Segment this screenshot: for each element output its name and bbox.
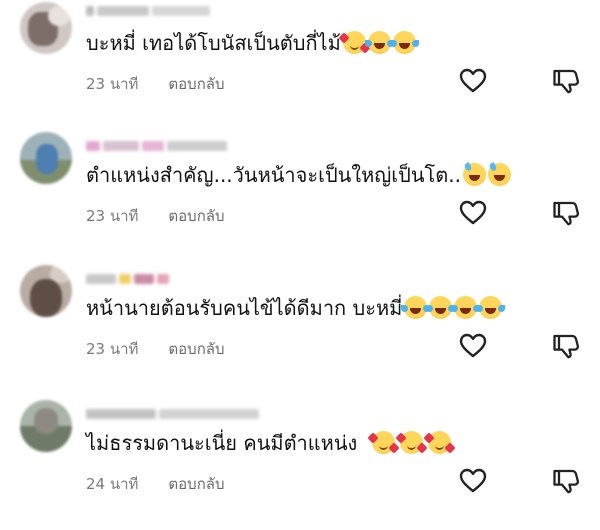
face-with-tears-of-joy-icon bbox=[364, 31, 391, 54]
face-with-tears-of-joy-icon bbox=[426, 296, 453, 319]
smiling-face-with-hearts-icon bbox=[427, 431, 451, 454]
comment-meta: 23 นาที ตอบกลับ bbox=[86, 337, 225, 361]
comment-text-content: ไม่ธรรมดานะเนี่ย คนมีตำแหน่ง bbox=[86, 431, 358, 455]
username-blurred[interactable] bbox=[86, 139, 227, 153]
comment-text-content: ตำแหน่งสำคัญ...วันหน้าจะเป็นใหญ่เป็นโต.. bbox=[86, 163, 461, 187]
comment-time: 23 นาที bbox=[86, 207, 139, 225]
username-blurred[interactable] bbox=[86, 272, 169, 286]
heart-icon[interactable] bbox=[458, 331, 488, 361]
thumbs-down-icon[interactable] bbox=[551, 466, 581, 496]
comment-text: ไม่ธรรมดานะเนี่ย คนมีตำแหน่ง bbox=[86, 428, 451, 458]
comment-meta: 24 นาที ตอบกลับ bbox=[86, 472, 225, 496]
reply-button[interactable]: ตอบกลับ bbox=[168, 207, 224, 225]
comment-text-content: หน้านายต้อนรับคนไข้ได้ดีมาก บะหมี่ bbox=[86, 296, 403, 320]
comment-text-content: บะหมี่ เทอได้โบนัสเป็นตับกี่ไม้ bbox=[86, 31, 341, 55]
comment-text: บะหมี่ เทอได้โบนัสเป็นตับกี่ไม้ bbox=[86, 28, 416, 58]
face-with-tears-of-joy-icon bbox=[476, 296, 503, 319]
reply-button[interactable]: ตอบกลับ bbox=[168, 75, 224, 93]
comment-time: 23 นาที bbox=[86, 340, 139, 358]
comment-item: หน้านายต้อนรับคนไข้ได้ดีมาก บะหมี่ 23 นา… bbox=[0, 265, 600, 395]
comment-meta: 23 นาที ตอบกลับ bbox=[86, 204, 225, 228]
avatar[interactable] bbox=[20, 2, 72, 54]
heart-icon[interactable] bbox=[458, 198, 488, 228]
comment-list: บะหมี่ เทอได้โบนัสเป็นตับกี่ไม้ 23 นาทีต… bbox=[0, 0, 600, 511]
smiling-face-with-hearts-icon bbox=[399, 431, 423, 454]
comment-item: ตำแหน่งสำคัญ...วันหน้าจะเป็นใหญ่เป็นโต..… bbox=[0, 132, 600, 262]
username-blurred[interactable] bbox=[86, 4, 210, 18]
thumbs-down-icon[interactable] bbox=[551, 331, 581, 361]
comment-text: หน้านายต้อนรับคนไข้ได้ดีมาก บะหมี่ bbox=[86, 293, 503, 323]
face-with-tears-of-joy-icon bbox=[389, 31, 416, 54]
comment-time: 24 นาที bbox=[86, 475, 139, 493]
reply-button[interactable]: ตอบกลับ bbox=[168, 475, 224, 493]
comment-text: ตำแหน่งสำคัญ...วันหน้าจะเป็นใหญ่เป็นโต.. bbox=[86, 160, 511, 190]
heart-icon[interactable] bbox=[458, 466, 488, 496]
comment-time: 23 นาที bbox=[86, 75, 139, 93]
face-with-tears-of-joy-icon bbox=[401, 296, 428, 319]
thumbs-down-icon[interactable] bbox=[551, 66, 581, 96]
avatar[interactable] bbox=[20, 400, 72, 452]
smiling-face-with-hearts-icon bbox=[342, 31, 366, 54]
avatar[interactable] bbox=[20, 265, 72, 317]
avatar[interactable] bbox=[20, 132, 72, 184]
smiling-face-with-hearts-icon bbox=[371, 431, 395, 454]
heart-icon[interactable] bbox=[458, 66, 488, 96]
grinning-face-with-sweat-icon bbox=[487, 163, 511, 186]
face-with-tears-of-joy-icon bbox=[451, 296, 478, 319]
comment-item: บะหมี่ เทอได้โบนัสเป็นตับกี่ไม้ 23 นาที ต… bbox=[0, 0, 600, 130]
username-blurred[interactable] bbox=[86, 407, 259, 421]
reply-button[interactable]: ตอบกลับ bbox=[168, 340, 224, 358]
thumbs-down-icon[interactable] bbox=[551, 198, 581, 228]
grinning-face-with-sweat-icon bbox=[462, 163, 486, 186]
comment-meta: 23 นาที ตอบกลับ bbox=[86, 72, 225, 96]
